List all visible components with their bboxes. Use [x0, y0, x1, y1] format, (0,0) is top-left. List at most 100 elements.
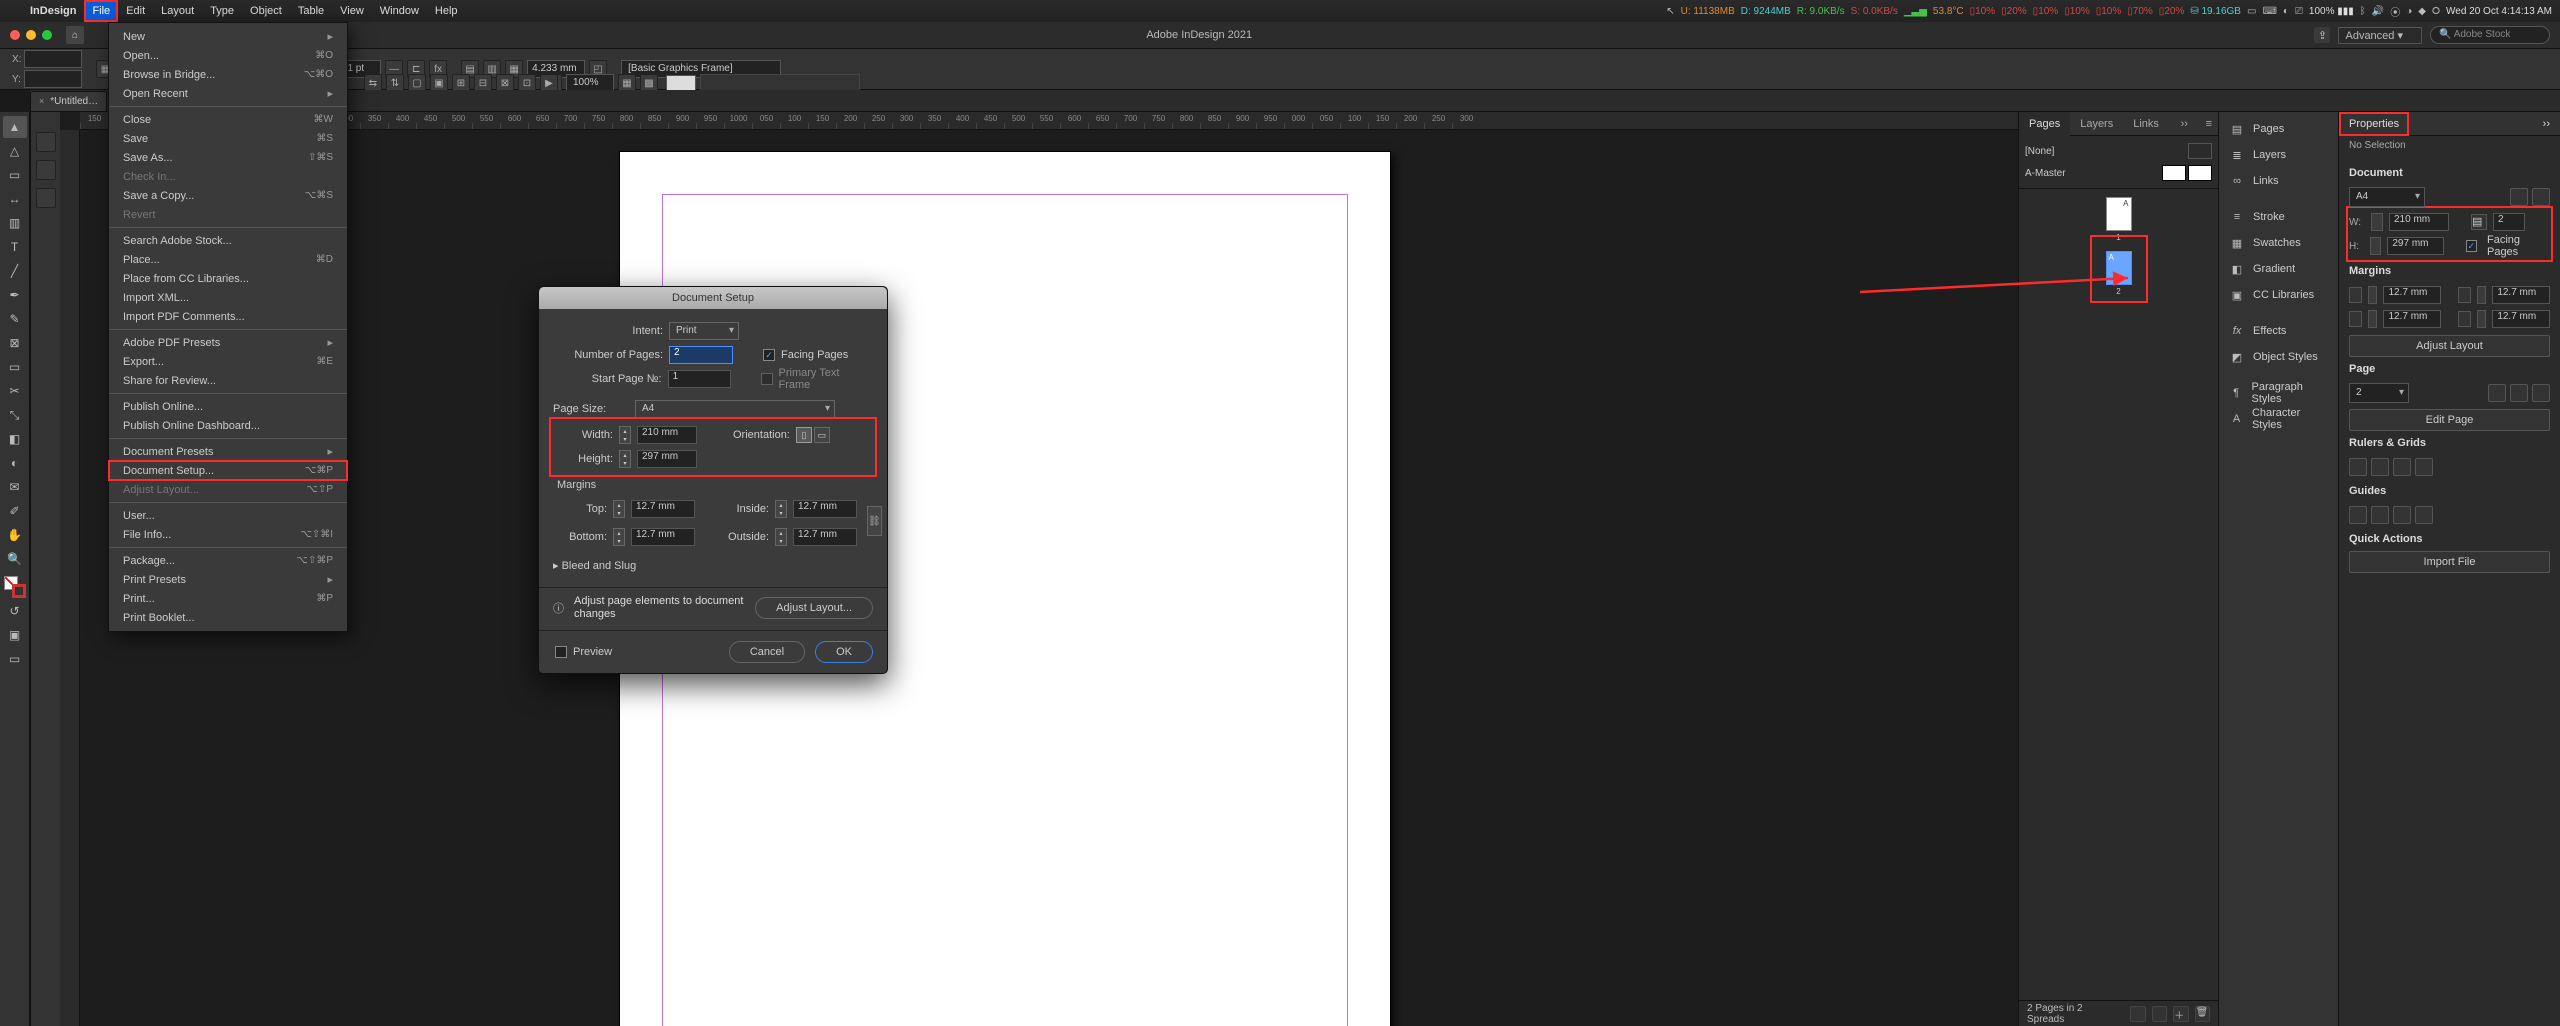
margin-outside-prop[interactable]: 12.7 mm: [2492, 310, 2550, 328]
pp-icon-1[interactable]: [2130, 1006, 2145, 1022]
mb-stepper[interactable]: [2368, 310, 2378, 328]
file-menu-place[interactable]: Place...⌘D: [109, 250, 347, 269]
margin-top-field[interactable]: 12.7 mm: [631, 500, 695, 518]
menu-table[interactable]: Table: [290, 0, 332, 22]
ok-button[interactable]: OK: [815, 641, 873, 663]
clock[interactable]: Wed 20 Oct 4:14:13 AM: [2446, 6, 2552, 17]
margin-inside-field[interactable]: 12.7 mm: [793, 500, 857, 518]
screenshare-icon[interactable]: ▭: [2247, 6, 2256, 17]
direct-selection-tool[interactable]: △: [3, 140, 27, 162]
note-tool[interactable]: ✉: [3, 476, 27, 498]
file-menu-save-as[interactable]: Save As...⇧⌘S: [109, 148, 347, 167]
edit-page-button[interactable]: Edit Page: [2349, 409, 2550, 431]
side-icon-2[interactable]: [36, 160, 56, 180]
y-field[interactable]: [24, 70, 82, 88]
rectangle-frame-tool[interactable]: ⊠: [3, 332, 27, 354]
file-menu-open[interactable]: Open...⌘O: [109, 46, 347, 65]
close-window[interactable]: [10, 30, 20, 40]
volume-icon[interactable]: 🔊: [2372, 6, 2384, 17]
file-menu-place-from-cc-libraries[interactable]: Place from CC Libraries...: [109, 269, 347, 288]
bleed-slug-disclosure[interactable]: ▸ Bleed and Slug: [553, 559, 873, 572]
file-menu-print-booklet[interactable]: Print Booklet...: [109, 608, 347, 627]
primary-text-frame-check[interactable]: [761, 373, 773, 385]
file-menu-package[interactable]: Package...⌥⇧⌘P: [109, 551, 347, 570]
dock-stroke[interactable]: ≡Stroke: [2219, 204, 2338, 230]
app-name[interactable]: InDesign: [22, 5, 84, 17]
file-menu-save[interactable]: Save⌘S: [109, 129, 347, 148]
panel-menu-icon[interactable]: ≡: [2200, 118, 2218, 130]
default-fillstroke[interactable]: ↺: [3, 600, 27, 622]
page-thumb-1[interactable]: A1: [2106, 197, 2132, 231]
orient-landscape-icon[interactable]: [2532, 188, 2550, 206]
h-stepper[interactable]: [2370, 237, 2381, 255]
prop-collapse-icon[interactable]: ››: [2533, 112, 2560, 136]
rg-3-icon[interactable]: [2393, 458, 2411, 476]
dock-cstyles[interactable]: ACharacter Styles: [2219, 406, 2338, 432]
fill-stroke-proxy[interactable]: [4, 576, 26, 598]
page-tool[interactable]: ▭: [3, 164, 27, 186]
file-menu-user[interactable]: User...: [109, 506, 347, 525]
pages-count-field[interactable]: 2: [2493, 213, 2525, 231]
zoom-window[interactable]: [42, 30, 52, 40]
gd-3-icon[interactable]: [2393, 506, 2411, 524]
mi-step[interactable]: ▴▾: [775, 500, 787, 518]
file-menu-adobe-pdf-presets[interactable]: Adobe PDF Presets▸: [109, 333, 347, 352]
minimize-window[interactable]: [26, 30, 36, 40]
rg-2-icon[interactable]: [2371, 458, 2389, 476]
file-menu-print-presets[interactable]: Print Presets▸: [109, 570, 347, 589]
dock-links[interactable]: ∞Links: [2219, 168, 2338, 194]
dock-swatches[interactable]: ▦Swatches: [2219, 230, 2338, 256]
side-icon-3[interactable]: [36, 188, 56, 208]
dock-cclib[interactable]: ▣CC Libraries: [2219, 282, 2338, 308]
margin-bottom-prop[interactable]: 12.7 mm: [2383, 310, 2441, 328]
menu-layout[interactable]: Layout: [153, 0, 202, 22]
clock-icon[interactable]: ◐: [2283, 6, 2289, 17]
tab-pages[interactable]: Pages: [2019, 112, 2070, 136]
dock-gradient[interactable]: ◧Gradient: [2219, 256, 2338, 282]
side-icon-1[interactable]: [36, 132, 56, 152]
collapse-icon[interactable]: ››: [2175, 118, 2194, 130]
menu-file[interactable]: File: [84, 0, 118, 22]
dropbox-icon[interactable]: ◆: [2418, 6, 2426, 17]
gradient-swatch-tool[interactable]: ◧: [3, 428, 27, 450]
rg-4-icon[interactable]: [2415, 458, 2433, 476]
gradient-feather-tool[interactable]: ◐: [3, 452, 27, 474]
bluetooth-icon[interactable]: ᛒ: [2360, 6, 2366, 17]
file-menu-document-setup[interactable]: Document Setup...⌥⌘P: [109, 461, 347, 480]
x-field[interactable]: [24, 50, 82, 68]
scissors-tool[interactable]: ✂: [3, 380, 27, 402]
orientation-landscape[interactable]: ▭: [814, 427, 830, 443]
close-tab-icon[interactable]: ×: [39, 92, 44, 111]
file-menu-browse-in-bridge[interactable]: Browse in Bridge...⌥⌘O: [109, 65, 347, 84]
dock-effects[interactable]: fxEffects: [2219, 318, 2338, 344]
spotlight-icon[interactable]: ⭘: [2432, 6, 2440, 17]
file-menu-save-a-copy[interactable]: Save a Copy...⌥⌘S: [109, 186, 347, 205]
page-number-select[interactable]: 2: [2349, 383, 2409, 403]
file-menu-publish-online[interactable]: Publish Online...: [109, 397, 347, 416]
height-stepper[interactable]: ▴▾: [619, 450, 631, 468]
eyedropper-tool[interactable]: ✐: [3, 500, 27, 522]
selection-tool[interactable]: ▲: [3, 116, 27, 138]
menu-object[interactable]: Object: [242, 0, 290, 22]
file-menu-close[interactable]: Close⌘W: [109, 110, 347, 129]
orientation-portrait[interactable]: ▯: [796, 427, 812, 443]
preview-swatch[interactable]: [666, 75, 696, 91]
file-menu-share-for-review[interactable]: Share for Review...: [109, 371, 347, 390]
gd-1-icon[interactable]: [2349, 506, 2367, 524]
facing-pages-check-prop[interactable]: [2466, 240, 2477, 252]
adjust-layout-button-prop[interactable]: Adjust Layout: [2349, 335, 2550, 357]
file-menu-file-info[interactable]: File Info...⌥⇧⌘I: [109, 525, 347, 544]
dock-layers[interactable]: ≣Layers: [2219, 142, 2338, 168]
mo-stepper[interactable]: [2477, 310, 2487, 328]
menu-type[interactable]: Type: [202, 0, 242, 22]
width-field[interactable]: 210 mm: [637, 426, 697, 444]
free-transform-tool[interactable]: ⤡: [3, 404, 27, 426]
page-view-1-icon[interactable]: [2488, 384, 2506, 402]
wifi-icon[interactable]: ⦿: [2390, 4, 2400, 19]
gd-4-icon[interactable]: [2415, 506, 2433, 524]
dock-pages[interactable]: ▤Pages: [2219, 116, 2338, 142]
adjust-layout-button[interactable]: Adjust Layout...: [755, 597, 873, 619]
margin-outside-field[interactable]: 12.7 mm: [793, 528, 857, 546]
content-collector-tool[interactable]: ▥: [3, 212, 27, 234]
pp-icon-2[interactable]: [2152, 1006, 2167, 1022]
